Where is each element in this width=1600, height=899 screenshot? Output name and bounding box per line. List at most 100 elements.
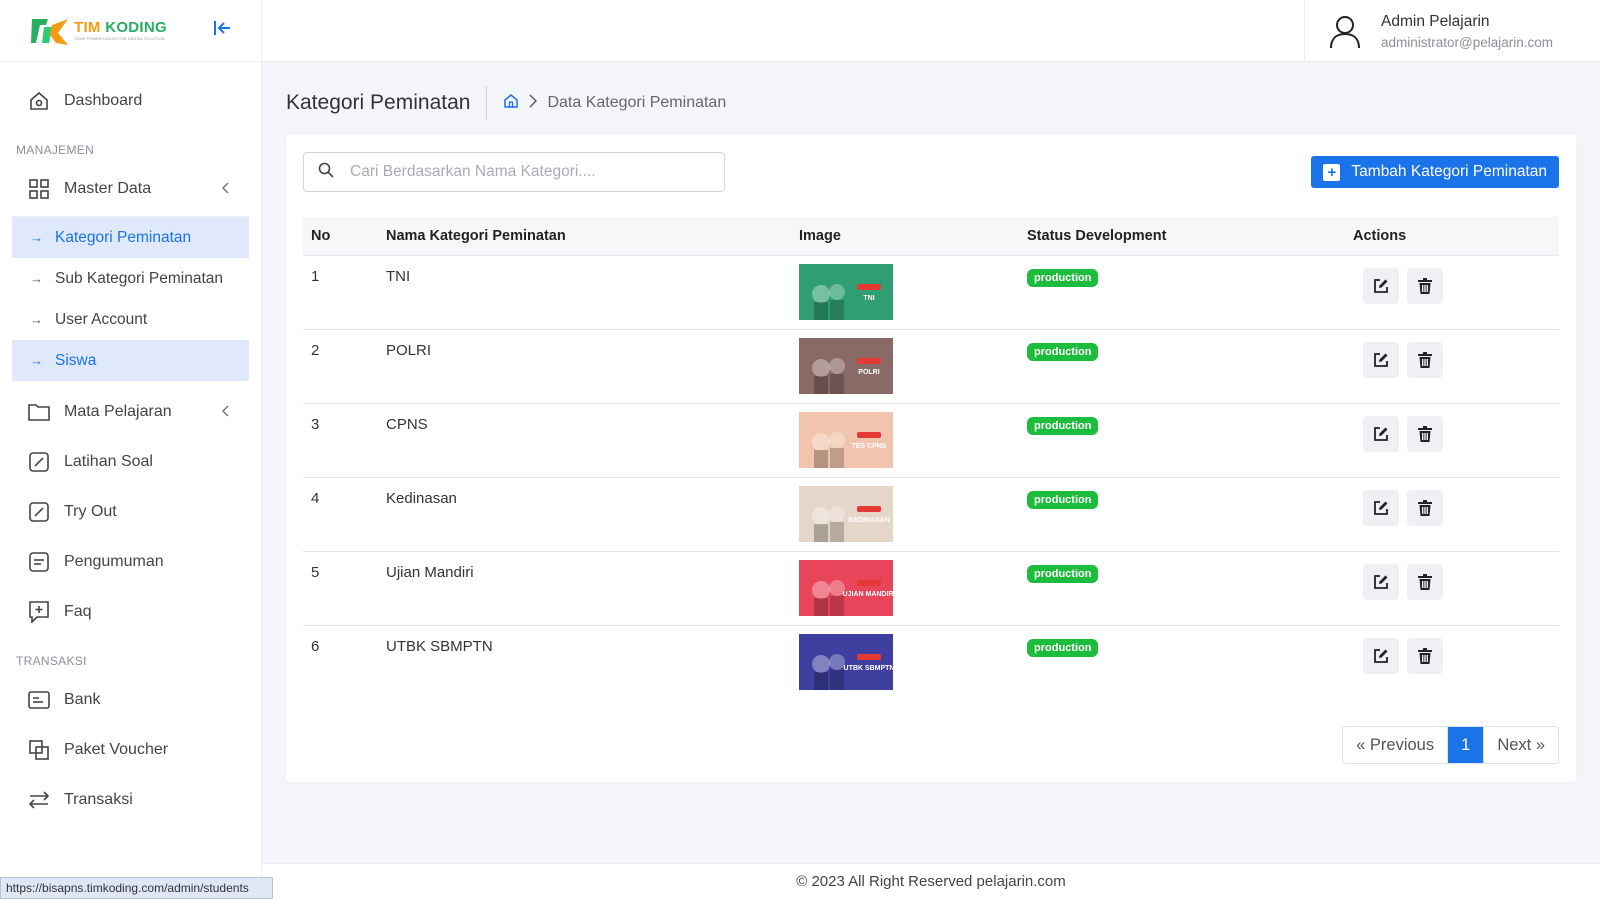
search-input[interactable] bbox=[350, 163, 690, 181]
pagination-next[interactable]: Next » bbox=[1483, 727, 1558, 763]
master-data-submenu: → Kategori Peminatan → Sub Kategori Pemi… bbox=[12, 216, 249, 381]
sidebar-item-faq[interactable]: Faq bbox=[0, 587, 261, 637]
cell-name: CPNS bbox=[386, 415, 428, 433]
page-title: Kategori Peminatan bbox=[286, 86, 488, 120]
collapse-sidebar-icon[interactable] bbox=[213, 19, 231, 42]
cell-status: production bbox=[1019, 329, 1345, 403]
cell-status: production bbox=[1019, 255, 1345, 329]
arrow-right-icon: → bbox=[30, 230, 43, 245]
thumb-label: POLRI bbox=[858, 369, 879, 376]
edit-button[interactable] bbox=[1363, 267, 1399, 304]
category-thumbnail[interactable]: TNI bbox=[799, 263, 893, 320]
cell-actions bbox=[1345, 255, 1559, 329]
sidebar-item-label: Mata Pelajaran bbox=[64, 403, 172, 420]
sidebar-item-transaksi[interactable]: Transaksi bbox=[0, 775, 261, 825]
sidebar-item-label: Faq bbox=[64, 603, 92, 620]
edit-button[interactable] bbox=[1363, 489, 1399, 526]
edit-button[interactable] bbox=[1363, 341, 1399, 378]
user-name: Admin Pelajarin bbox=[1381, 12, 1490, 30]
home-icon[interactable] bbox=[503, 93, 519, 114]
edit-button[interactable] bbox=[1363, 563, 1399, 600]
sidebar-item-paket-voucher[interactable]: Paket Voucher bbox=[0, 725, 261, 775]
brand-logo[interactable]: TIM KODING YOUR POWER HOUSE FOR DIGITAL … bbox=[30, 15, 167, 47]
cell-no: 5 bbox=[311, 563, 320, 581]
cell-image: POLRI bbox=[791, 329, 1019, 403]
edit-icon bbox=[1374, 648, 1388, 663]
category-thumbnail[interactable]: UJIAN MANDIRI bbox=[799, 559, 893, 616]
add-category-button[interactable]: + Tambah Kategori Peminatan bbox=[1311, 156, 1559, 188]
column-header-image: Image bbox=[791, 217, 1019, 256]
user-icon bbox=[1330, 16, 1360, 49]
trash-icon bbox=[1418, 351, 1432, 368]
thumb-label: UJIAN MANDIRI bbox=[843, 591, 893, 598]
grid-icon bbox=[28, 178, 50, 200]
sidebar-item-label: Bank bbox=[64, 691, 101, 708]
delete-button[interactable] bbox=[1407, 637, 1443, 674]
user-email: administrator@pelajarin.com bbox=[1381, 34, 1554, 50]
cell-image: TES CPNS bbox=[791, 403, 1019, 477]
sidebar-item-label: Transaksi bbox=[64, 791, 133, 808]
delete-button[interactable] bbox=[1407, 267, 1443, 304]
edit-button[interactable] bbox=[1363, 415, 1399, 452]
thumb-label: UTBK SBMPTN bbox=[844, 665, 893, 672]
edit-icon bbox=[1374, 500, 1388, 515]
delete-button[interactable] bbox=[1407, 563, 1443, 600]
sidebar-item-bank[interactable]: Bank bbox=[0, 675, 261, 725]
table-row: 4 Kedinasan KEDINASAN production bbox=[303, 477, 1559, 551]
delete-button[interactable] bbox=[1407, 489, 1443, 526]
cell-status: production bbox=[1019, 625, 1345, 699]
column-header-status: Status Development bbox=[1019, 217, 1345, 256]
page-header: Kategori Peminatan Data Kategori Peminat… bbox=[286, 86, 726, 120]
category-table: No Nama Kategori Peminatan Image Status … bbox=[303, 217, 1559, 699]
cell-name: POLRI bbox=[386, 341, 432, 359]
status-badge: production bbox=[1027, 416, 1099, 435]
sidebar-item-try-out[interactable]: Try Out bbox=[0, 487, 261, 537]
status-badge: production bbox=[1027, 268, 1099, 287]
pagination-previous[interactable]: « Previous bbox=[1343, 727, 1449, 763]
cell-name: Ujian Mandiri bbox=[386, 563, 474, 581]
sidebar-item-dashboard[interactable]: Dashboard bbox=[0, 76, 261, 126]
breadcrumb: Data Kategori Peminatan bbox=[487, 93, 726, 114]
sidebar-item-kategori-peminatan[interactable]: → Kategori Peminatan bbox=[12, 217, 249, 258]
sidebar-item-label: Paket Voucher bbox=[64, 741, 169, 758]
pagination: « Previous 1 Next » bbox=[1342, 726, 1559, 764]
sidebar-item-label: Master Data bbox=[64, 180, 152, 197]
pagination-page-current[interactable]: 1 bbox=[1448, 727, 1484, 763]
table-row: 6 UTBK SBMPTN UTBK SBMPTN production bbox=[303, 625, 1559, 699]
sidebar-item-label: Latihan Soal bbox=[64, 453, 153, 470]
cell-actions bbox=[1345, 477, 1559, 551]
sidebar-item-master-data[interactable]: Master Data bbox=[0, 164, 261, 214]
trash-icon bbox=[1418, 499, 1432, 516]
section-heading-transaksi: TRANSAKSI bbox=[16, 654, 87, 668]
sidebar-item-label: Dashboard bbox=[64, 92, 143, 109]
thumb-label: TNI bbox=[863, 295, 874, 302]
section-heading-manajemen: MANAJEMEN bbox=[16, 143, 95, 157]
sidebar-item-label: Pengumuman bbox=[64, 553, 164, 570]
sidebar-item-mata-pelajaran[interactable]: Mata Pelajaran bbox=[0, 387, 261, 437]
footer: © 2023 All Right Reserved pelajarin.com bbox=[262, 863, 1600, 899]
card-icon bbox=[28, 689, 50, 711]
status-bar-url: https://bisapns.timkoding.com/admin/stud… bbox=[0, 877, 273, 899]
delete-button[interactable] bbox=[1407, 415, 1443, 452]
content-card: + Tambah Kategori Peminatan No Nama Kate… bbox=[286, 135, 1576, 782]
trash-icon bbox=[1418, 573, 1432, 590]
sidebar-item-pengumuman[interactable]: Pengumuman bbox=[0, 537, 261, 587]
note-icon bbox=[28, 551, 50, 573]
status-badge: production bbox=[1027, 638, 1099, 657]
sidebar-item-siswa[interactable]: → Siswa bbox=[12, 340, 249, 381]
category-thumbnail[interactable]: TES CPNS bbox=[799, 411, 893, 468]
cell-no: 6 bbox=[311, 637, 320, 655]
category-thumbnail[interactable]: UTBK SBMPTN bbox=[799, 633, 893, 690]
sidebar: TIM KODING YOUR POWER HOUSE FOR DIGITAL … bbox=[0, 0, 262, 899]
user-menu[interactable]: Admin Pelajarin administrator@pelajarin.… bbox=[1304, 0, 1600, 62]
plus-icon: + bbox=[1323, 163, 1341, 181]
delete-button[interactable] bbox=[1407, 341, 1443, 378]
sidebar-item-user-account[interactable]: → User Account bbox=[12, 299, 249, 340]
edit-button[interactable] bbox=[1363, 637, 1399, 674]
category-thumbnail[interactable]: KEDINASAN bbox=[799, 485, 893, 542]
sidebar-item-latihan-soal[interactable]: Latihan Soal bbox=[0, 437, 261, 487]
sidebar-item-label: Kategori Peminatan bbox=[55, 228, 192, 246]
sidebar-item-sub-kategori-peminatan[interactable]: → Sub Kategori Peminatan bbox=[12, 258, 249, 299]
edit-icon bbox=[1374, 426, 1388, 441]
category-thumbnail[interactable]: POLRI bbox=[799, 337, 893, 394]
